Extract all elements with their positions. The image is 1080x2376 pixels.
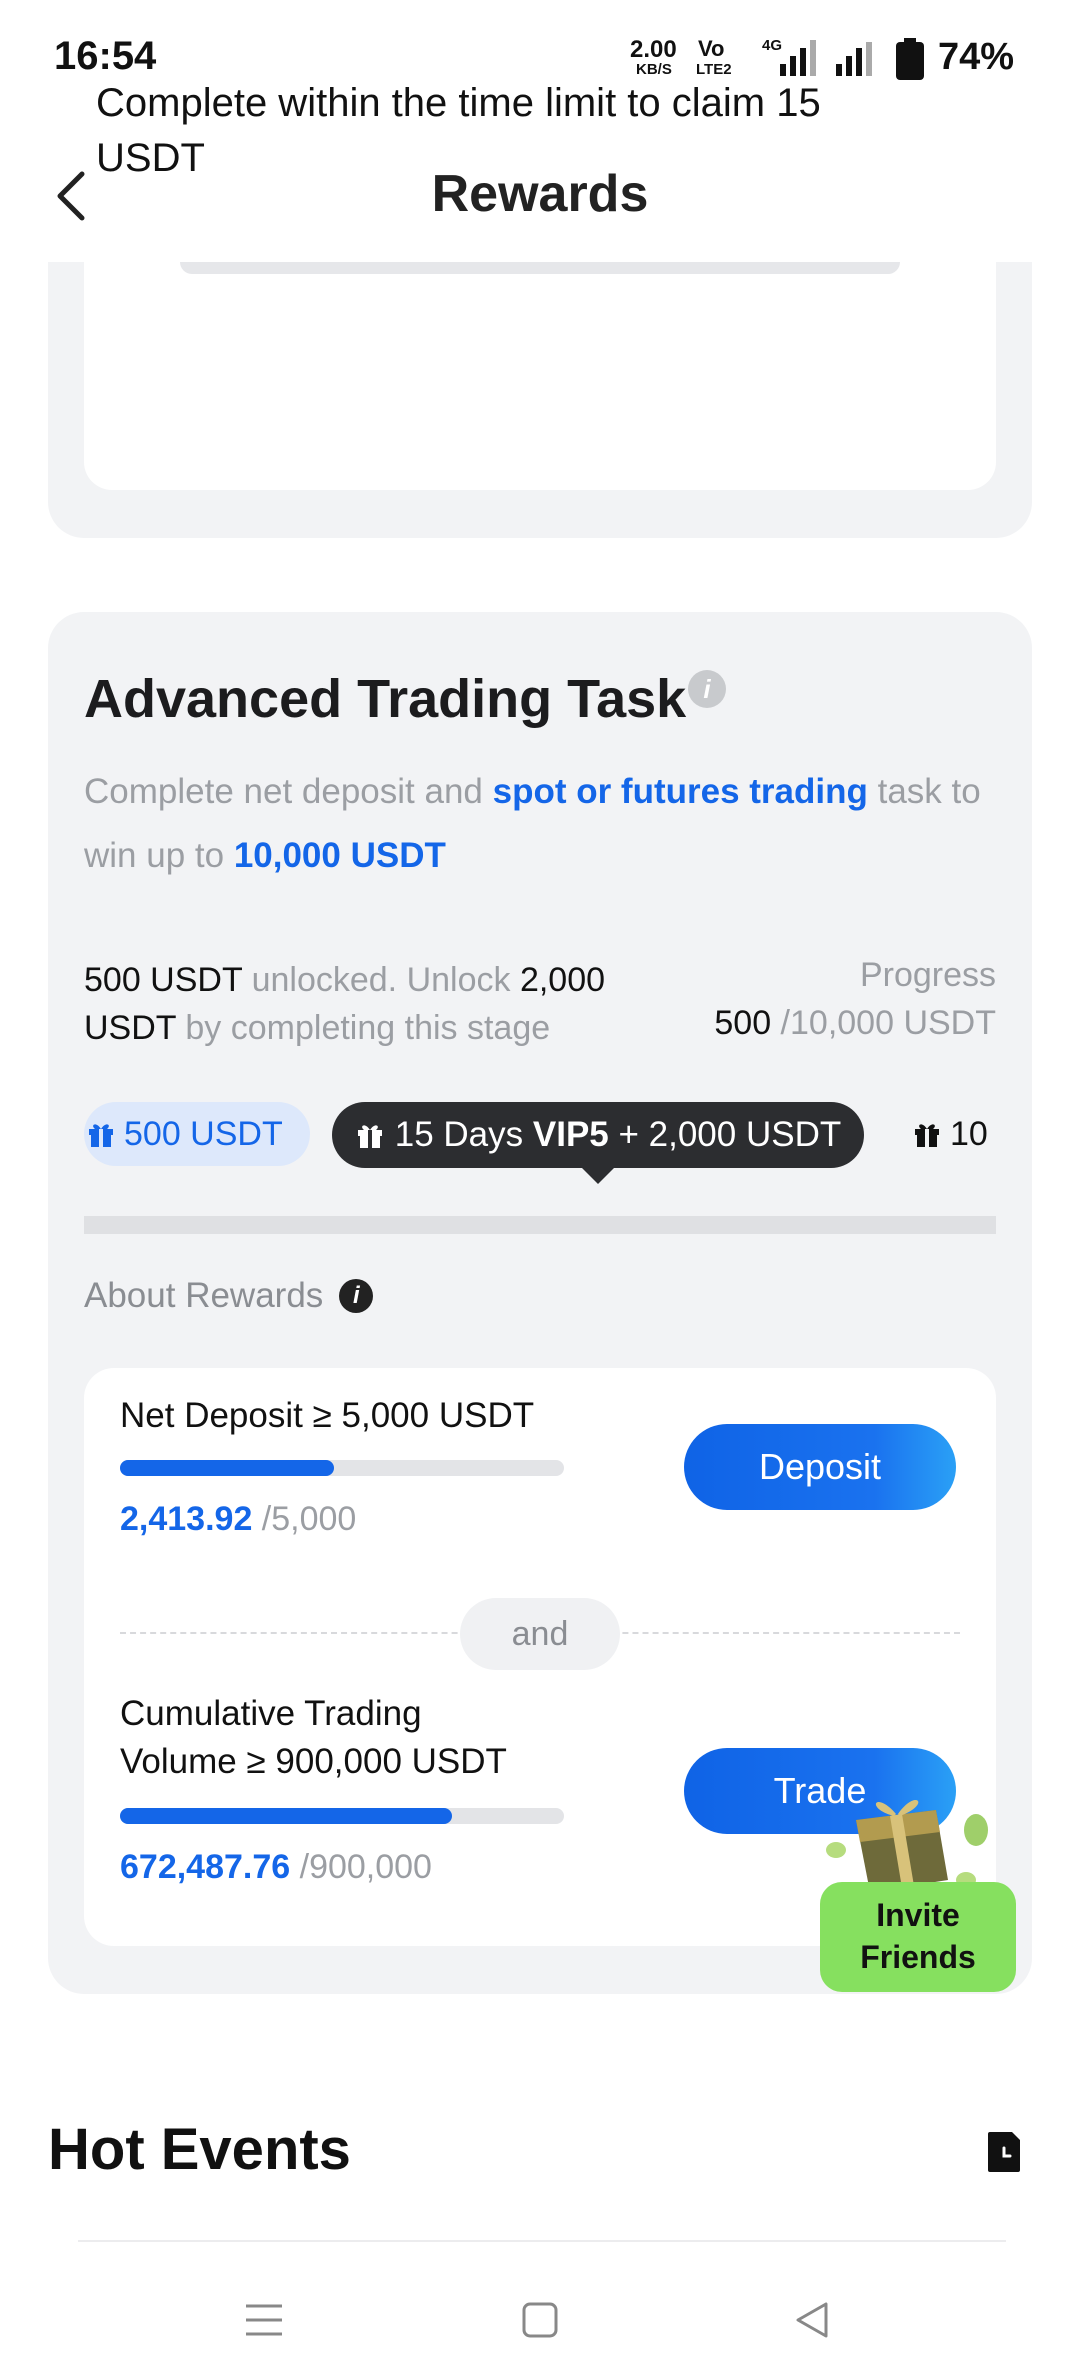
trading-progress-bar: [120, 1808, 564, 1824]
volte-bottom: LTE2: [696, 61, 732, 78]
deposit-progress-bar: [120, 1460, 564, 1476]
invite-friends-floater[interactable]: Invite Friends: [816, 1780, 1016, 1992]
nav-home-button[interactable]: [500, 2280, 580, 2360]
deposit-task-label: Net Deposit ≥ 5,000 USDT: [120, 1396, 535, 1435]
trading-label-line2: Volume ≥ 900,000 USDT: [120, 1742, 507, 1781]
advanced-task-description: Complete net deposit and spot or futures…: [84, 760, 1004, 888]
claim-text: Complete within the time limit to claim …: [96, 81, 821, 180]
milestone-pointer: [580, 1166, 616, 1184]
gift-icon: [915, 1124, 939, 1147]
trading-current: 672,487.76: [120, 1848, 291, 1886]
network-type: 4G: [762, 37, 783, 54]
signal-2-icon: [836, 42, 872, 76]
progress-value: 500 /10,000 USDT: [714, 1004, 996, 1043]
unlock-target-unit: USDT: [84, 1009, 176, 1047]
info-icon[interactable]: i: [688, 670, 726, 708]
and-connector: and: [460, 1598, 620, 1670]
unlock-target-number: 2,000: [519, 961, 606, 999]
deposit-current: 2,413.92: [120, 1500, 253, 1538]
invite-line1: Invite: [876, 1897, 960, 1933]
trading-label-line1: Cumulative Trading: [120, 1694, 422, 1733]
about-rewards-label: About Rewards: [84, 1276, 324, 1315]
vip-prefix: 15 Days: [394, 1115, 533, 1154]
volte-top: Vo: [698, 36, 725, 61]
advanced-task-title: Advanced Trading Task: [84, 669, 687, 729]
trading-task-label: Cumulative Trading Volume ≥ 900,000 USDT: [120, 1690, 507, 1786]
info-icon[interactable]: i: [339, 1279, 374, 1313]
progress-total: /10,000 USDT: [771, 1004, 996, 1042]
net-speed-value: 2.00: [630, 36, 677, 63]
milestone-vip5-label: 15 Days VIP5 + 2,000 USDT: [395, 1115, 842, 1155]
milestone-next-label: 10: [950, 1114, 988, 1153]
deposit-value: 2,413.92 /5,000: [120, 1500, 356, 1539]
net-speed-unit: KB/S: [636, 61, 672, 78]
gift-icon: [357, 1125, 382, 1148]
invite-line2: Friends: [860, 1939, 976, 1975]
invite-friends-label: Invite Friends: [820, 1882, 1016, 1992]
vip-suffix: + 2,000 USDT: [608, 1115, 842, 1154]
trading-target: /900,000: [290, 1848, 432, 1886]
battery-percent: 74%: [938, 36, 1015, 78]
basic-task-progress-bar: [180, 262, 900, 274]
desc-prefix: Complete net deposit and: [84, 772, 493, 811]
basic-task-card: [48, 262, 1032, 538]
desc-highlight: spot or futures trading: [492, 772, 868, 811]
milestone-500-label: 500 USDT: [124, 1114, 283, 1153]
progress-label: Progress: [859, 956, 996, 994]
battery-icon: [896, 38, 924, 80]
basic-task-inner: [84, 262, 996, 490]
about-rewards[interactable]: About Rewards i: [84, 1276, 374, 1316]
triangle-back-icon: [796, 2302, 828, 2338]
gift-icon: [89, 1124, 113, 1147]
unlocked-amount: 500 USDT: [84, 961, 243, 999]
progress-current: 500: [714, 1004, 772, 1042]
square-icon: [522, 2302, 558, 2338]
status-time: 16:54: [54, 34, 157, 78]
trading-value: 672,487.76 /900,000: [120, 1848, 432, 1887]
nav-back-button[interactable]: [772, 2280, 852, 2360]
deposit-progress-fill: [120, 1460, 335, 1476]
unlock-status: 500 USDT unlocked. Unlock 2,000 USDT by c…: [84, 956, 684, 1052]
history-icon[interactable]: [984, 2130, 1024, 2174]
trading-progress-fill: [120, 1808, 452, 1824]
nav-menu-button[interactable]: [224, 2280, 304, 2360]
deposit-button[interactable]: Deposit: [684, 1424, 956, 1510]
desc-amount: 10,000 USDT: [233, 836, 446, 875]
menu-icon: [246, 2304, 282, 2336]
bottom-divider: [78, 2240, 1006, 2242]
milestone-track: [84, 1216, 996, 1234]
unlock-suffix: by completing this stage: [175, 1009, 551, 1047]
milestone-next[interactable]: 10: [912, 1102, 988, 1166]
unlocked-text: unlocked. Unlock: [242, 961, 520, 999]
milestone-500[interactable]: 500 USDT: [84, 1102, 310, 1166]
vip-level: VIP5: [532, 1115, 609, 1154]
deposit-target: /5,000: [252, 1500, 357, 1538]
milestone-vip5[interactable]: 15 Days VIP5 + 2,000 USDT: [332, 1102, 864, 1168]
signal-1-icon: [780, 40, 816, 76]
hot-events-title: Hot Events: [48, 2117, 351, 2182]
